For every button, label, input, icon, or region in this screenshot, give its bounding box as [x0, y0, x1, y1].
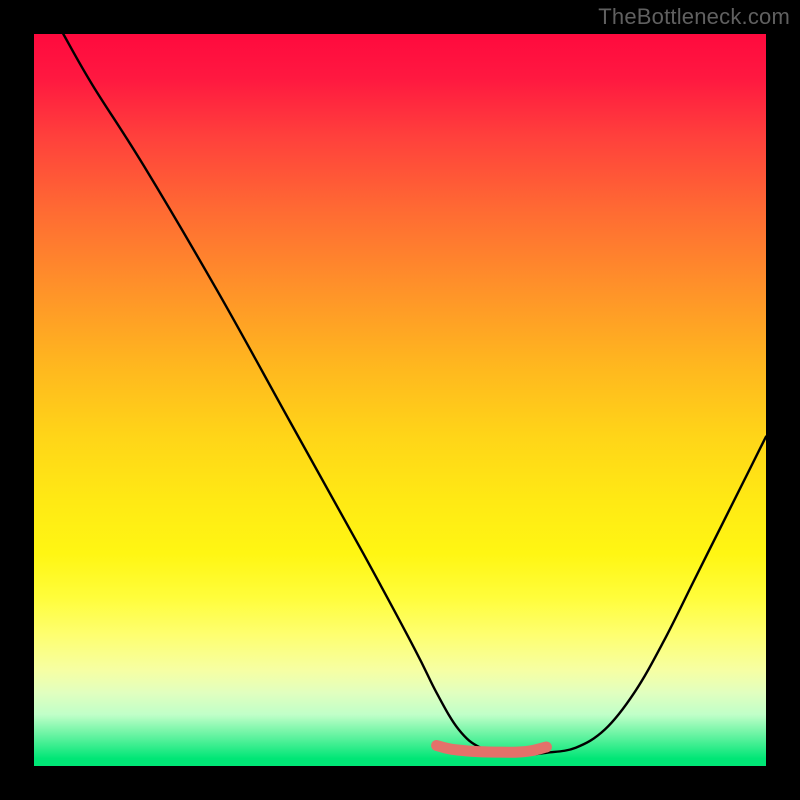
plot-area [34, 34, 766, 766]
watermark-text: TheBottleneck.com [598, 4, 790, 30]
optimal-range-marker [437, 746, 547, 753]
curve-layer [34, 34, 766, 766]
chart-frame: TheBottleneck.com [0, 0, 800, 800]
main-curve [63, 34, 766, 756]
